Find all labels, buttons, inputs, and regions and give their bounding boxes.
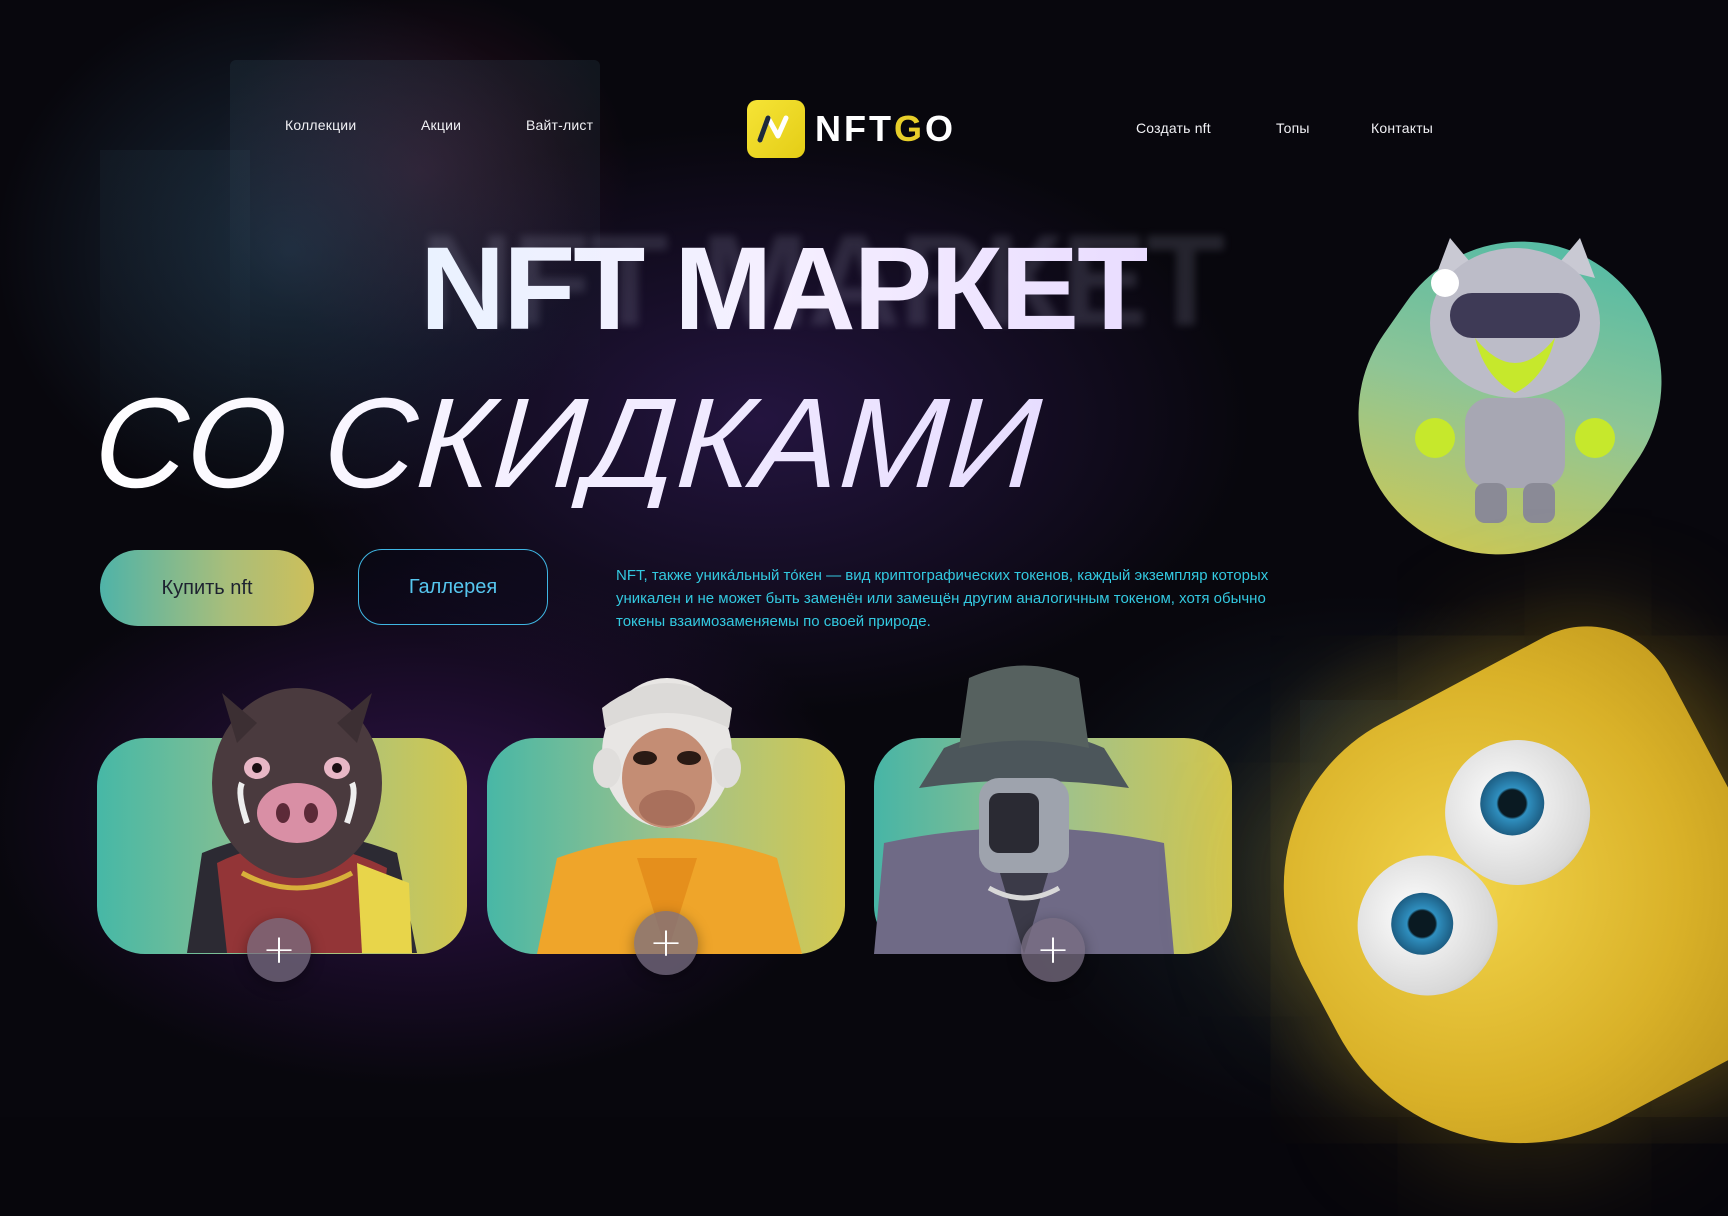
- headline-line-2: СО СКИДКАМИ: [90, 372, 1046, 515]
- nft-card-1[interactable]: +: [97, 688, 467, 982]
- logo-icon[interactable]: [747, 100, 805, 158]
- logo-text-suffix: O: [925, 108, 957, 149]
- ape-character: [537, 678, 802, 954]
- add-card-2-button[interactable]: +: [634, 911, 698, 975]
- gallery-button[interactable]: Галлерея: [358, 549, 548, 625]
- nav-link-contacts[interactable]: Контакты: [1371, 120, 1433, 136]
- buy-nft-button[interactable]: Купить nft: [100, 550, 314, 626]
- description-text: NFT, также уника́льный то́кен — вид крип…: [616, 567, 1269, 630]
- add-card-3-button[interactable]: +: [1021, 918, 1085, 982]
- logo-wordmark[interactable]: NFTGO: [815, 108, 956, 150]
- nav-link-tops[interactable]: Топы: [1276, 120, 1310, 136]
- robot-bucket-hat-character: [874, 665, 1174, 954]
- boar-character: [187, 688, 417, 953]
- astronaut-cat-character: [1415, 238, 1615, 523]
- nft-card-2[interactable]: +: [487, 678, 845, 975]
- logo-text-g: G: [893, 108, 925, 149]
- nav-link-whitelist[interactable]: Вайт-лист: [526, 117, 593, 133]
- add-card-1-button[interactable]: +: [247, 918, 311, 982]
- logo-text-prefix: NFT: [815, 108, 894, 149]
- nav-link-collections[interactable]: Коллекции: [285, 117, 356, 133]
- nav-link-promotions[interactable]: Акции: [421, 117, 461, 133]
- logo-n-icon: [757, 115, 789, 143]
- headline-line-1: NFT МАРКЕТ: [420, 223, 1149, 355]
- nft-card-3[interactable]: +: [874, 665, 1232, 982]
- nav-link-create-nft[interactable]: Создать nft: [1136, 120, 1211, 136]
